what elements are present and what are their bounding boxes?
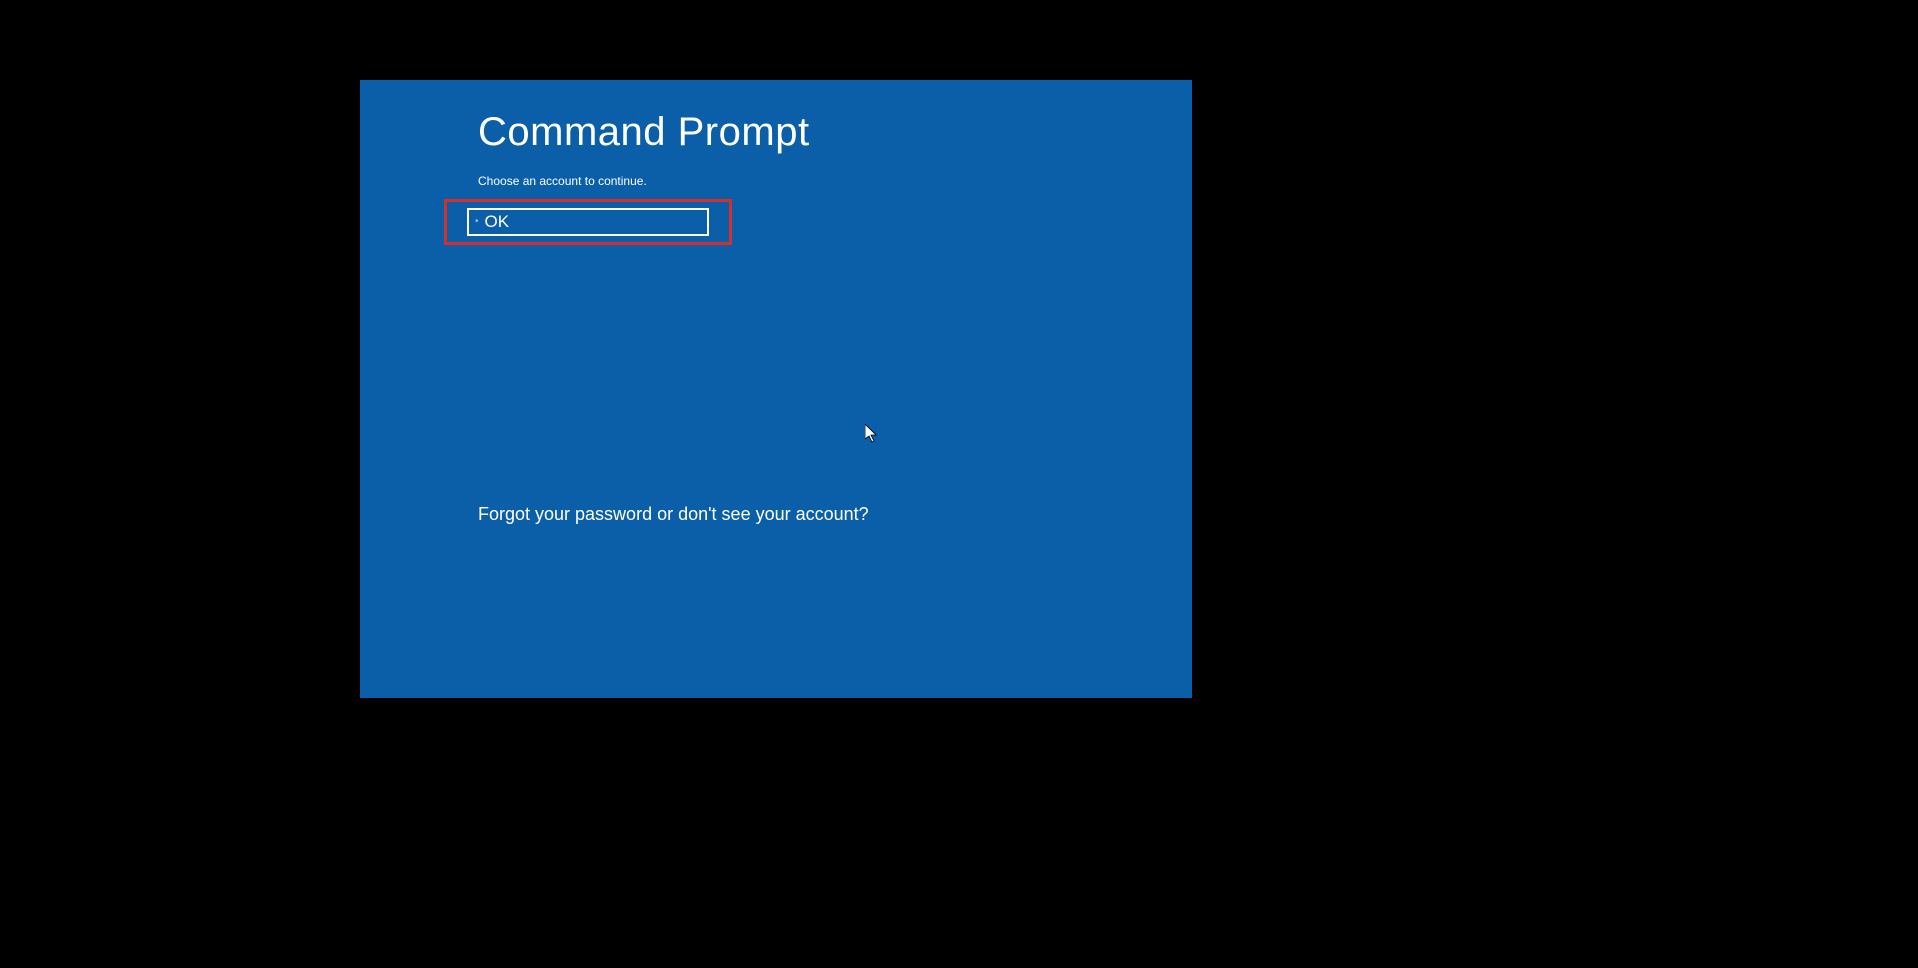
forgot-password-link[interactable]: Forgot your password or don't see your a… <box>478 504 869 525</box>
recovery-environment-panel: Command Prompt Choose an account to cont… <box>360 80 1192 698</box>
page-title: Command Prompt <box>478 110 810 155</box>
page-subtitle: Choose an account to continue. <box>478 174 647 188</box>
account-select-button[interactable]: • OK <box>467 208 709 236</box>
account-label: OK <box>485 212 510 232</box>
bullet-icon: • <box>475 217 479 227</box>
annotation-highlight-box: • OK <box>444 199 732 245</box>
